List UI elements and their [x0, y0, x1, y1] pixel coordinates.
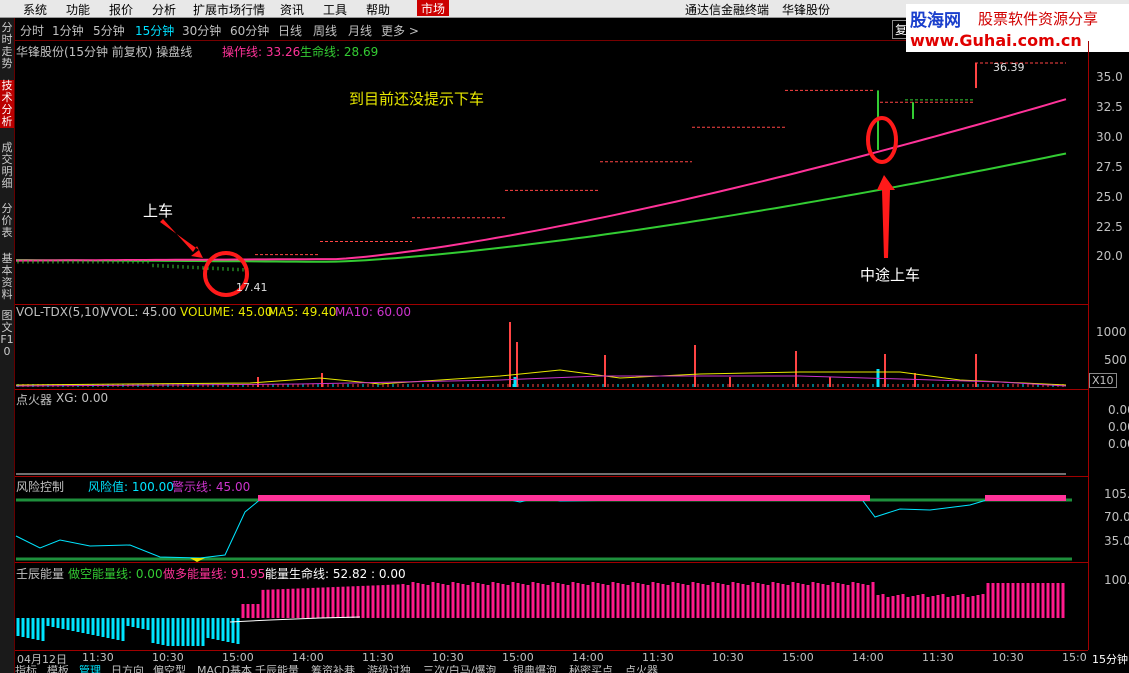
- ignite-panel-title: 点火器: [16, 393, 53, 407]
- life-line-value: 生命线: 28.69: [300, 45, 379, 59]
- price-tick: 32.5: [1096, 100, 1123, 114]
- time-tick: 10:30: [712, 651, 744, 664]
- time-tick: 10:30: [152, 651, 184, 664]
- risk-tick: 105.: [1104, 487, 1129, 501]
- bottom-tab[interactable]: 筹资补巷: [311, 665, 355, 673]
- energy-life-value: 能量生命线: 52.82 : 0.00: [265, 567, 406, 581]
- bottom-tab[interactable]: 点火器: [625, 665, 658, 673]
- price-tick: 27.5: [1096, 160, 1123, 174]
- energy-tick: 100.: [1104, 573, 1129, 587]
- volume-ma5: [15, 369, 1067, 386]
- ignite-xg-value: XG: 0.00: [56, 391, 109, 405]
- time-tick: 11:30: [82, 651, 114, 664]
- price-tick: 25.0: [1096, 190, 1123, 204]
- indicator-tab-bar: 指标 模板 管理 日方向 偏空型 MACD基本 壬辰能量 筹资补巷 游级过独 三…: [15, 665, 1129, 673]
- low-price-label: 17.41: [236, 281, 268, 294]
- bottom-tab[interactable]: 壬辰能量: [255, 665, 299, 673]
- bottom-tab[interactable]: MACD基本: [197, 665, 252, 673]
- price-tick: 22.5: [1096, 220, 1123, 234]
- price-tick: 30.0: [1096, 130, 1123, 144]
- op-line-value: 操作线: 33.26: [222, 45, 301, 59]
- ma10-value: MA10: 60.00: [335, 305, 412, 319]
- risk-value-line: [15, 495, 1067, 559]
- price-tick: 20.0: [1096, 249, 1123, 263]
- time-tick: 15:00: [782, 651, 814, 664]
- ignite-tick: 0.00: [1108, 420, 1129, 434]
- arrow-mid: [877, 175, 895, 258]
- time-tick: 11:30: [362, 651, 394, 664]
- time-tick: 15:0: [1062, 651, 1087, 664]
- vol-tick: 1000: [1096, 325, 1127, 339]
- bottom-tab[interactable]: 银典爆泡: [513, 665, 557, 673]
- time-tick: 15:00: [502, 651, 534, 664]
- mid-entry-circle: [866, 116, 898, 164]
- risk-panel-title: 风险控制: [16, 480, 65, 494]
- ma5-value: MA5: 49.40: [268, 305, 337, 319]
- time-tick: 10:30: [992, 651, 1024, 664]
- op-line: [15, 98, 1067, 262]
- risk-tick: 70.0: [1104, 510, 1129, 524]
- short-energy-value: 做空能量线: 0.00: [68, 567, 163, 581]
- bottom-tab[interactable]: 日方向: [111, 665, 144, 673]
- risk-band: [258, 495, 870, 501]
- life-line: [16, 152, 1067, 263]
- volume-value: VOLUME: 45.00: [180, 305, 273, 319]
- price-tick: 35.0: [1096, 70, 1123, 84]
- annotation-board: 上车: [143, 202, 174, 220]
- ignite-tick: 0.00: [1108, 437, 1129, 451]
- bottom-tab[interactable]: 模板: [47, 665, 69, 673]
- time-tick: 14:00: [852, 651, 884, 664]
- vol-panel-title: VOL-TDX(5,10): [16, 305, 105, 319]
- time-tick: 10:30: [432, 651, 464, 664]
- bottom-tab[interactable]: 三次/白马/爆泡: [423, 665, 496, 673]
- time-tick: 11:30: [642, 651, 674, 664]
- vvol-value: VVOL: 45.00: [102, 305, 177, 319]
- time-axis: 04月12日 11:30 10:30 15:00 14:00 11:30 10:…: [15, 651, 1088, 666]
- high-price-label: 36.39: [993, 61, 1025, 74]
- long-energy-value: 做多能量线: 91.95: [163, 567, 266, 581]
- risk-value: 风险值: 100.00: [88, 480, 174, 494]
- bottom-tab[interactable]: 偏空型: [153, 665, 186, 673]
- bottom-tab[interactable]: 管理: [79, 665, 101, 673]
- annotation-no-exit: 到目前还没提示下车: [349, 90, 485, 108]
- time-tick: 14:00: [572, 651, 604, 664]
- arrow-board: [160, 219, 203, 258]
- vol-unit: X10: [1089, 373, 1117, 388]
- risk-band: [985, 495, 1066, 501]
- annotation-mid-board: 中途上车: [860, 266, 921, 284]
- bottom-tab[interactable]: 游级过独: [367, 665, 411, 673]
- time-tick: 14:00: [292, 651, 324, 664]
- bottom-tab[interactable]: 秘密买点: [569, 665, 613, 673]
- bottom-tab[interactable]: 指标: [15, 665, 37, 673]
- warn-line-value: 警示线: 45.00: [172, 480, 251, 494]
- time-tick: 15:00: [222, 651, 254, 664]
- ignite-tick: 0.00: [1108, 403, 1129, 417]
- main-panel-title: 华锋股份(15分钟 前复权) 操盘线: [16, 45, 193, 59]
- time-tick: 11:30: [922, 651, 954, 664]
- vol-tick: 500: [1104, 353, 1127, 367]
- risk-tick: 35.0: [1104, 534, 1129, 548]
- energy-panel-title: 壬辰能量: [16, 567, 65, 581]
